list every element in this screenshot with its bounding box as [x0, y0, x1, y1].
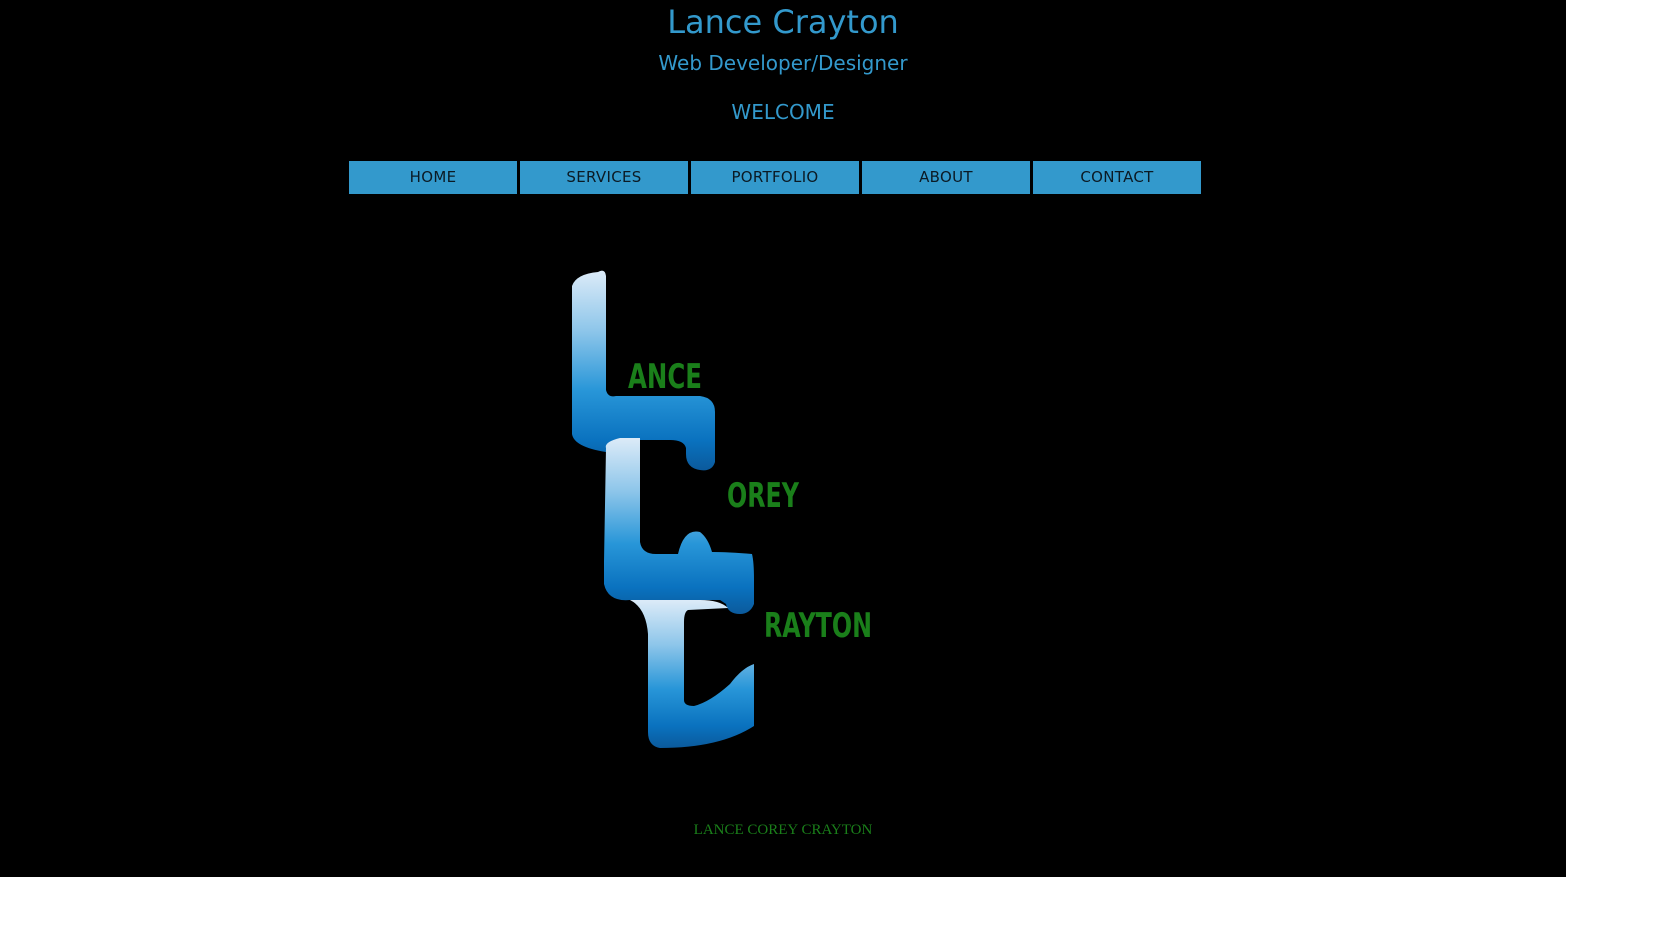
- site-title: Lance Crayton: [667, 3, 899, 41]
- nav-services[interactable]: SERVICES: [520, 161, 688, 194]
- nav-contact[interactable]: CONTACT: [1033, 161, 1201, 194]
- nav-home[interactable]: HOME: [349, 161, 517, 194]
- site-subtitle: Web Developer/Designer: [658, 51, 908, 75]
- right-margin-area: [1566, 0, 1662, 931]
- page: Lance Crayton Web Developer/Designer WEL…: [0, 0, 1566, 877]
- logo-word-ance: ANCE: [628, 357, 702, 397]
- main-nav: HOME SERVICES PORTFOLIO ABOUT CONTACT: [349, 161, 1201, 194]
- lcc-logo: ANCE OREY RAYTON: [572, 270, 872, 748]
- logo-c-middle-shape: [604, 438, 754, 614]
- welcome-heading: WELCOME: [731, 100, 835, 124]
- logo-word-rayton: RAYTON: [764, 606, 872, 646]
- logo-c-bottom-shape: [630, 600, 754, 748]
- nav-about[interactable]: ABOUT: [862, 161, 1030, 194]
- logo-word-orey: OREY: [727, 476, 799, 516]
- footer-text: LANCE COREY CRAYTON: [693, 822, 873, 838]
- bottom-margin-area: [0, 877, 1566, 931]
- nav-portfolio[interactable]: PORTFOLIO: [691, 161, 859, 194]
